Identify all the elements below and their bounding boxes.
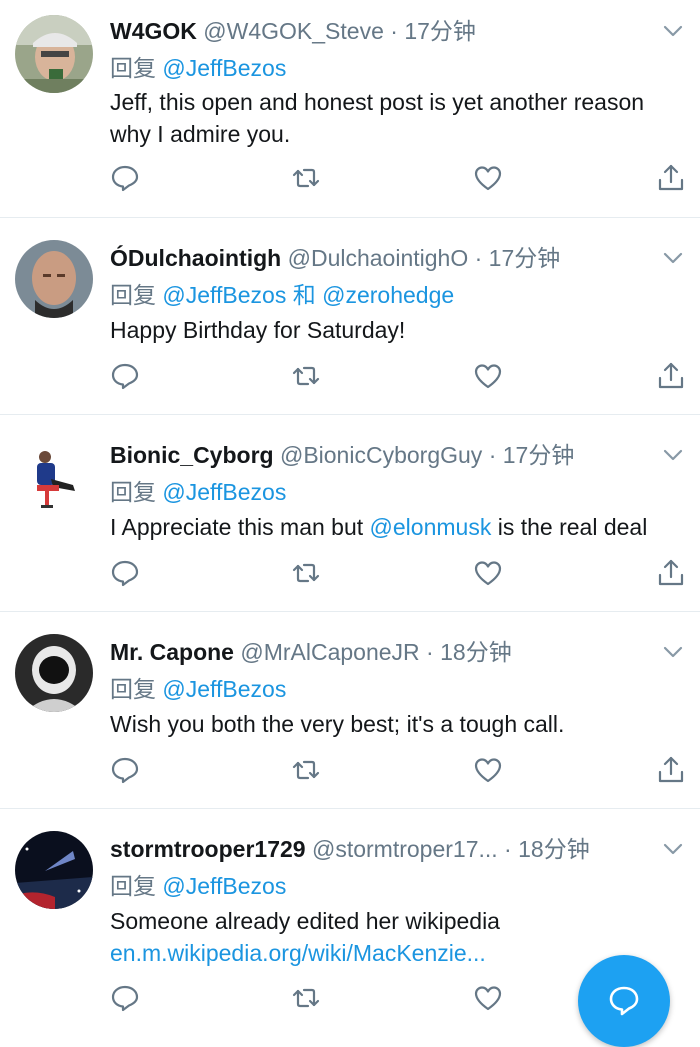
display-name[interactable]: Mr. Capone (110, 639, 234, 665)
reply-prefix: 回复 (110, 873, 156, 899)
share-icon[interactable] (656, 361, 686, 391)
user-handle[interactable]: @DulchaointighO (288, 245, 469, 271)
user-handle[interactable]: @MrAlCaponeJR (240, 639, 419, 665)
separator-dot: · (474, 245, 483, 271)
avatar[interactable] (15, 15, 93, 93)
display-name[interactable]: Bionic_Cyborg (110, 442, 274, 468)
timestamp[interactable]: 18分钟 (440, 639, 512, 665)
tweet-text: Happy Birthday for Saturday! (110, 317, 406, 343)
reply-joiner: 和 (292, 282, 316, 308)
reply-context: 回复 @JeffBezos (110, 51, 286, 85)
tweet[interactable]: W4GOK @W4GOK_Steve · 17分钟 回复 @JeffBezos … (0, 0, 700, 218)
user-handle[interactable]: @BionicCyborgGuy (280, 442, 482, 468)
tweet-actions (110, 361, 686, 391)
display-name[interactable]: stormtrooper1729 (110, 836, 306, 862)
chevron-down-icon[interactable] (662, 247, 684, 269)
separator-dot: · (488, 442, 497, 468)
retweet-icon[interactable] (291, 361, 321, 391)
reply-prefix: 回复 (110, 282, 156, 308)
tweet[interactable]: Bionic_Cyborg @BionicCyborgGuy · 17分钟 回复… (0, 415, 700, 612)
chevron-down-icon[interactable] (662, 641, 684, 663)
avatar[interactable] (15, 634, 93, 712)
tweet-header: Bionic_Cyborg @BionicCyborgGuy · 17分钟 (110, 438, 660, 472)
chevron-down-icon[interactable] (662, 838, 684, 860)
retweet-icon[interactable] (291, 163, 321, 193)
avatar[interactable] (15, 831, 93, 909)
separator-dot: · (390, 18, 398, 44)
reply-icon[interactable] (110, 163, 140, 193)
compose-icon (609, 986, 639, 1016)
like-icon[interactable] (473, 163, 503, 193)
timestamp[interactable]: 17分钟 (404, 18, 476, 44)
tweet-text-part: is the real deal (491, 514, 648, 540)
tweet[interactable]: Mr. Capone @MrAlCaponeJR · 18分钟 回复 @Jeff… (0, 612, 700, 809)
share-icon[interactable] (656, 558, 686, 588)
tweet-text: Someone already edited her wikipedia en.… (110, 905, 686, 969)
reply-icon[interactable] (110, 361, 140, 391)
tweet-actions (110, 558, 686, 588)
mention-link[interactable]: @JeffBezos (162, 479, 286, 505)
user-handle[interactable]: @W4GOK_Steve (203, 18, 384, 44)
like-icon[interactable] (473, 755, 503, 785)
compose-button[interactable] (578, 955, 670, 1047)
tweet-text-part: I Appreciate this man but (110, 514, 370, 540)
like-icon[interactable] (473, 983, 503, 1013)
chevron-down-icon[interactable] (662, 444, 684, 466)
timestamp[interactable]: 17分钟 (503, 442, 575, 468)
chevron-down-icon[interactable] (662, 20, 684, 42)
reply-prefix: 回复 (110, 55, 156, 81)
tweet-header: ÓDulchaointigh @DulchaointighO · 17分钟 (110, 241, 660, 275)
reply-icon[interactable] (110, 755, 140, 785)
tweet[interactable]: ÓDulchaointigh @DulchaointighO · 17分钟 回复… (0, 218, 700, 415)
user-handle[interactable]: @stormtroper17... (312, 836, 498, 862)
reply-prefix: 回复 (110, 479, 156, 505)
separator-dot: · (504, 836, 512, 862)
reply-context: 回复 @JeffBezos 和 @zerohedge (110, 278, 454, 312)
retweet-icon[interactable] (291, 558, 321, 588)
tweet-text-line: Someone already edited her wikipedia (110, 908, 500, 934)
mention-link[interactable]: @zerohedge (322, 282, 454, 308)
reply-context: 回复 @JeffBezos (110, 869, 286, 903)
mention-link[interactable]: @JeffBezos (162, 55, 286, 81)
tweet-text: Wish you both the very best; it's a toug… (110, 711, 565, 737)
tweet-text: I Appreciate this man but @elonmusk is t… (110, 511, 686, 543)
display-name[interactable]: ÓDulchaointigh (110, 245, 281, 271)
timestamp[interactable]: 18分钟 (518, 836, 590, 862)
tweet-header: Mr. Capone @MrAlCaponeJR · 18分钟 (110, 635, 660, 669)
reply-context: 回复 @JeffBezos (110, 475, 286, 509)
retweet-icon[interactable] (291, 983, 321, 1013)
share-icon[interactable] (656, 163, 686, 193)
like-icon[interactable] (473, 361, 503, 391)
reply-prefix: 回复 (110, 676, 156, 702)
share-icon[interactable] (656, 755, 686, 785)
tweet-text: Jeff, this open and honest post is yet a… (110, 89, 645, 147)
mention-link[interactable]: @elonmusk (370, 514, 492, 540)
retweet-icon[interactable] (291, 755, 321, 785)
avatar[interactable] (15, 437, 93, 515)
reply-icon[interactable] (110, 983, 140, 1013)
timestamp[interactable]: 17分钟 (489, 245, 561, 271)
reply-context: 回复 @JeffBezos (110, 672, 286, 706)
mention-link[interactable]: @JeffBezos (162, 282, 286, 308)
display-name[interactable]: W4GOK (110, 18, 197, 44)
mention-link[interactable]: @JeffBezos (162, 873, 286, 899)
like-icon[interactable] (473, 558, 503, 588)
avatar[interactable] (15, 240, 93, 318)
separator-dot: · (426, 639, 434, 665)
tweet-actions (110, 755, 686, 785)
tweet-header: stormtrooper1729 @stormtroper17... · 18分… (110, 832, 660, 866)
reply-icon[interactable] (110, 558, 140, 588)
tweet-actions (110, 163, 686, 193)
mention-link[interactable]: @JeffBezos (162, 676, 286, 702)
tweet-header: W4GOK @W4GOK_Steve · 17分钟 (110, 14, 660, 48)
